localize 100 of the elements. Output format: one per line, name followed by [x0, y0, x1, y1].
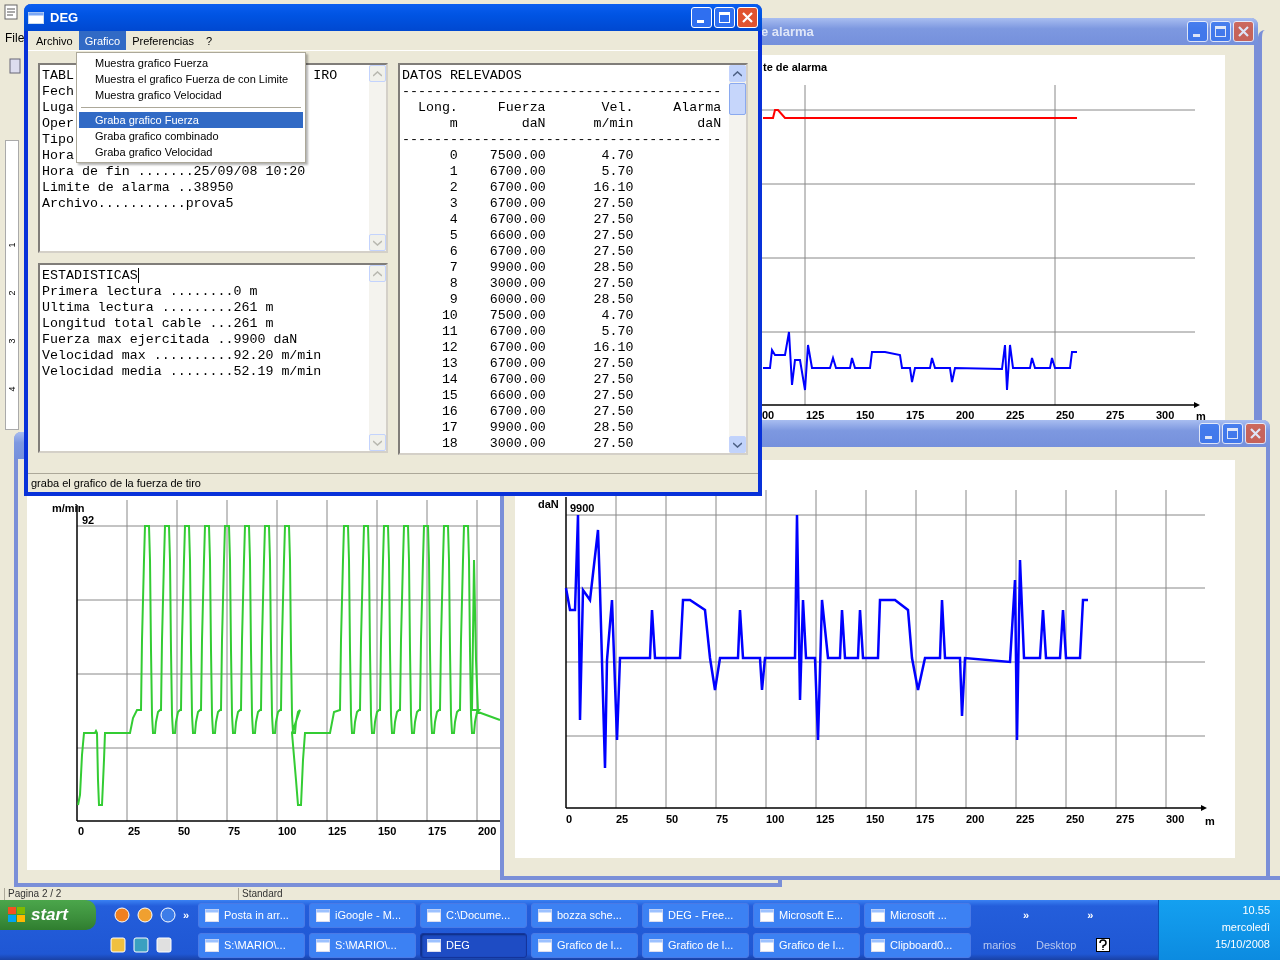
taskbar-button[interactable]: Grafico de l... [531, 932, 638, 958]
close-button[interactable] [1233, 21, 1254, 42]
table-cell-text: 5.70 [600, 324, 634, 340]
table-cell-text: 16.10 [592, 180, 634, 196]
menu-item[interactable]: Preferencias [126, 31, 200, 50]
menu-item[interactable]: Grafico [78, 31, 127, 50]
minimize-button[interactable] [1187, 21, 1208, 42]
table-cell-text: 27.50 [592, 228, 634, 244]
close-button[interactable] [1245, 423, 1266, 444]
table-cell-text: 6600.00 [488, 228, 546, 244]
taskbar-button[interactable]: Clipboard0... [864, 932, 971, 958]
taskbar-button[interactable]: S:\MARIO\... [309, 932, 416, 958]
taskbar-button[interactable]: DEG - Free... [642, 902, 749, 928]
column-unit: daN [520, 116, 546, 132]
maximize-button[interactable] [1222, 423, 1243, 444]
start-button[interactable]: start [0, 900, 96, 930]
column-header: Alarma [672, 100, 722, 116]
table-cell-text: 28.50 [592, 260, 634, 276]
stats-text-area[interactable] [38, 263, 388, 453]
menu-item[interactable]: File [5, 31, 25, 45]
taskbar-button[interactable]: Grafico de l... [753, 932, 860, 958]
tick-label: 200 [478, 825, 497, 837]
scroll-up-button[interactable] [729, 65, 746, 82]
menu-item[interactable]: ? [199, 31, 219, 50]
table-cell-text: 6700.00 [488, 244, 546, 260]
table-cell-text: 1 [448, 164, 458, 180]
table-cell-text: 6700.00 [488, 196, 546, 212]
taskbar-button[interactable]: Grafico de l... [642, 932, 749, 958]
scroll-down-button[interactable] [729, 436, 746, 453]
taskbar-button[interactable]: Microsoft E... [753, 902, 860, 928]
tick-label: 150 [866, 813, 885, 825]
app-icon [3, 4, 19, 20]
taskbar-button[interactable]: S:\MARIO\... [198, 932, 305, 958]
chart-title: te de alarma [763, 61, 828, 73]
taskbar-button[interactable]: C:\Docume... [420, 902, 527, 928]
menu-option[interactable]: Graba grafico Fuerza [79, 112, 303, 128]
tick-label: 00 [762, 409, 775, 421]
column-header: Vel. [600, 100, 634, 116]
quick-launch-icon[interactable] [137, 907, 153, 923]
minimize-button[interactable] [1199, 423, 1220, 444]
table-cell-text: 16.10 [592, 340, 634, 356]
text-line: Fech [42, 84, 74, 100]
taskbar-button[interactable]: Microsoft ... [864, 902, 971, 928]
close-button[interactable] [737, 7, 758, 28]
help-icon[interactable] [1096, 938, 1111, 952]
maximize-icon [1215, 26, 1226, 37]
table-cell-text: 5 [448, 228, 458, 244]
tick-label: 25 [128, 825, 141, 837]
tick-label: 100 [766, 813, 785, 825]
tick-label: 200 [966, 813, 985, 825]
table-cell-text: 27.50 [592, 244, 634, 260]
text-line: Hora de fin .......25/09/08 10:20 [42, 164, 306, 180]
chevron[interactable]: » [183, 909, 190, 921]
table-cell-text: 6 [448, 244, 458, 260]
quick-launch-icon[interactable] [114, 907, 130, 923]
table-cell-text: 17 [440, 420, 458, 436]
quick-launch-icon[interactable] [156, 937, 172, 953]
maximize-button[interactable] [1210, 21, 1231, 42]
ruler-number: 1 [7, 242, 17, 248]
table-cell-text: 7500.00 [488, 148, 546, 164]
column-header: Fuerza [496, 100, 546, 116]
text-line: TABL [42, 68, 74, 84]
table-cell-text: 7 [448, 260, 458, 276]
text-line: Longitud total cable ...261 m [42, 316, 274, 332]
table-cell-text: 16 [440, 404, 458, 420]
text-line: Tipo [42, 132, 74, 148]
table-cell-text: 27.50 [592, 356, 634, 372]
window-icon [316, 938, 330, 952]
taskbar-button[interactable]: DEG [420, 932, 527, 958]
table-cell-text: 6700.00 [488, 404, 546, 420]
taskbar-button[interactable]: Posta in arr... [198, 902, 305, 928]
scroll-thumb[interactable] [729, 83, 746, 115]
data-text-area[interactable] [398, 63, 748, 455]
tick-label: 225 [1006, 409, 1025, 421]
quick-launch-icon[interactable] [160, 907, 176, 923]
windows-logo-icon [8, 907, 26, 923]
tick-label: 225 [1016, 813, 1035, 825]
text-line: Oper [42, 116, 74, 132]
quick-launch-icon[interactable] [110, 937, 126, 953]
maximize-button[interactable] [714, 7, 735, 28]
toolbar-label[interactable]: marios [983, 939, 1016, 951]
tick-label: 125 [806, 409, 825, 421]
text-line: Velocidad max ..........92.20 m/min [42, 348, 322, 364]
toolbar-icon[interactable] [8, 58, 22, 74]
scrollbar[interactable] [729, 65, 746, 453]
minimize-button[interactable] [691, 7, 712, 28]
menu-item[interactable]: Archivo [30, 31, 79, 50]
table-cell-text: 2 [448, 180, 458, 196]
chevron[interactable]: » [1023, 909, 1030, 921]
toolbar-label[interactable]: Desktop [1036, 939, 1077, 951]
table-cell-text: 28.50 [592, 292, 634, 308]
close-icon [1250, 428, 1261, 439]
tick-label: 175 [428, 825, 447, 837]
taskbar-button[interactable]: iGoogle - M... [309, 902, 416, 928]
tick-label: 175 [906, 409, 925, 421]
taskbar-button[interactable]: bozza sche... [531, 902, 638, 928]
clock-time[interactable]: 10.55 [1242, 904, 1270, 916]
quick-launch-icon[interactable] [133, 937, 149, 953]
chevron[interactable]: » [1087, 909, 1094, 921]
table-cell-text: 9900.00 [488, 260, 546, 276]
